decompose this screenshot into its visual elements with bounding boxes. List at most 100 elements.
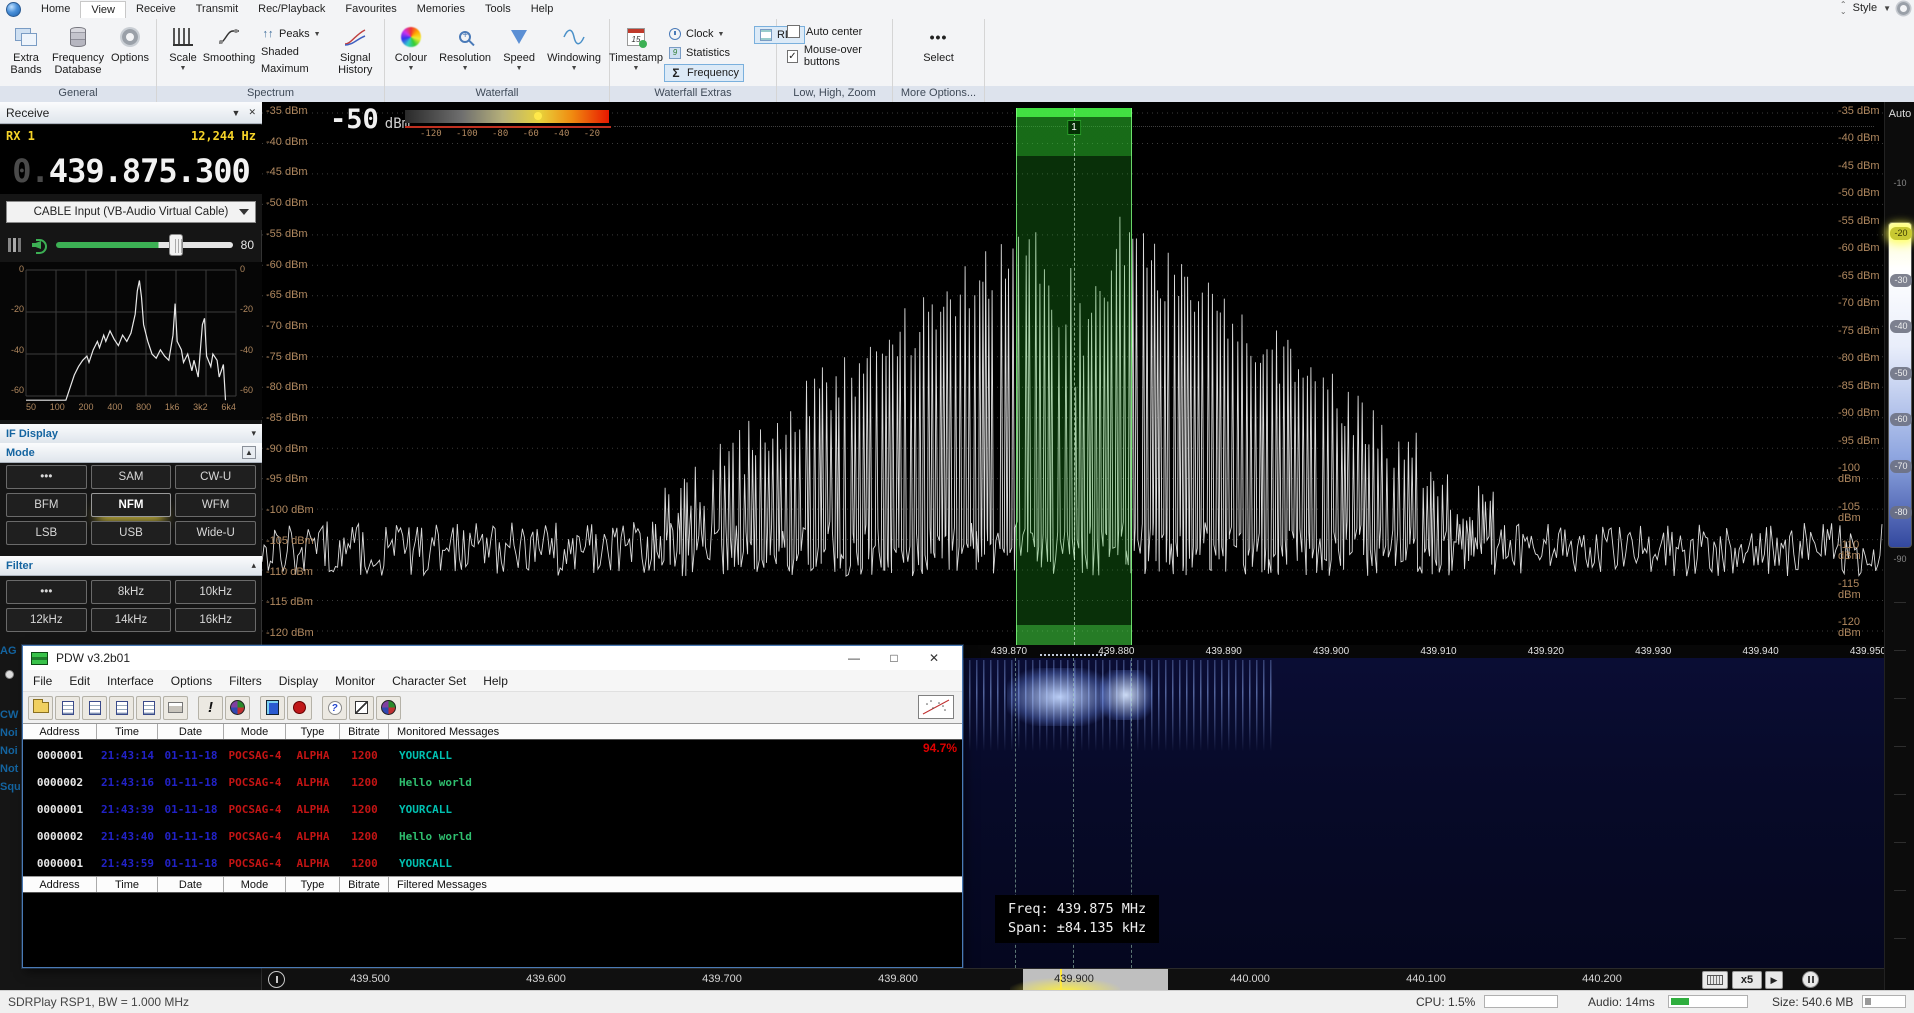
tuned-channel-zone[interactable]: 1 bbox=[1016, 108, 1132, 645]
scroll-up-icon[interactable]: ▲ bbox=[242, 446, 256, 459]
menu-item[interactable]: Interface bbox=[107, 674, 154, 688]
toolbar-button[interactable] bbox=[190, 696, 196, 720]
checkbox-unchecked-icon[interactable] bbox=[787, 25, 800, 38]
mode-section-header[interactable]: Mode ▲ bbox=[0, 443, 262, 463]
menu-item[interactable]: Help bbox=[483, 674, 508, 688]
menu-item[interactable]: Options bbox=[171, 674, 212, 688]
column-header[interactable]: Bitrate bbox=[340, 724, 389, 739]
ribbon-tab[interactable]: Transmit bbox=[186, 1, 248, 18]
column-header[interactable]: Date bbox=[158, 877, 224, 892]
message-row[interactable]: 0000002 21:43:40 01-11-18 POCSAG-4 ALPHA… bbox=[23, 823, 962, 850]
help-button[interactable]: ? bbox=[322, 696, 347, 720]
close-button[interactable]: ✕ bbox=[914, 651, 954, 665]
filter-button[interactable]: 10kHz bbox=[175, 580, 256, 604]
maximum-button[interactable]: Maximum bbox=[257, 62, 325, 76]
mode-button[interactable]: WFM bbox=[175, 493, 256, 517]
level-pill[interactable]: -40 bbox=[1890, 320, 1912, 333]
if-display-section-header[interactable]: IF Display ▾ bbox=[0, 424, 262, 444]
column-header[interactable]: Type bbox=[286, 877, 340, 892]
mode-button[interactable]: NFM bbox=[91, 493, 172, 517]
level-pill[interactable]: -70 bbox=[1890, 460, 1912, 473]
column-header[interactable]: Type bbox=[286, 724, 340, 739]
panel-close-icon[interactable]: ✕ bbox=[248, 107, 256, 118]
ribbon-tab[interactable]: Rec/Playback bbox=[248, 1, 335, 18]
column-header[interactable]: Time bbox=[97, 724, 158, 739]
collapse-ribbon-icon[interactable]: ⌃⌄ bbox=[1840, 1, 1847, 15]
column-header[interactable]: Address bbox=[23, 877, 97, 892]
toolbar-button[interactable] bbox=[252, 696, 258, 720]
world-button[interactable] bbox=[225, 696, 250, 720]
filter-button[interactable]: 12kHz bbox=[6, 608, 87, 632]
open-folder-button[interactable] bbox=[28, 696, 53, 720]
menu-item[interactable]: Character Set bbox=[392, 674, 466, 688]
mouse-over-buttons-checkbox-row[interactable]: ✓ Mouse-over buttons bbox=[781, 41, 888, 71]
windowing-button[interactable]: Windowing ▼ bbox=[543, 22, 605, 84]
filter-button[interactable]: ••• bbox=[6, 580, 87, 604]
column-header[interactable]: Mode bbox=[224, 724, 286, 739]
toolbar-button[interactable] bbox=[314, 696, 320, 720]
options-button[interactable]: Options bbox=[108, 22, 152, 84]
monitor-button[interactable] bbox=[260, 696, 285, 720]
pdw-titlebar[interactable]: PDW v3.2b01 — □ ✕ bbox=[23, 646, 962, 670]
frequency-display[interactable]: 0.439.875.300 bbox=[0, 147, 262, 194]
mode-button[interactable]: USB bbox=[91, 521, 172, 545]
auto-button[interactable]: Auto bbox=[1885, 108, 1914, 120]
mode-button[interactable]: LSB bbox=[6, 521, 87, 545]
shaded-button[interactable]: Shaded bbox=[257, 45, 325, 59]
waterfall-colour-legend[interactable] bbox=[405, 110, 609, 123]
column-header[interactable]: Mode bbox=[224, 877, 286, 892]
style-dropdown[interactable]: Style bbox=[1853, 2, 1877, 14]
auto-center-checkbox-row[interactable]: Auto center bbox=[781, 22, 868, 41]
mode-button[interactable]: CW-U bbox=[175, 465, 256, 489]
menu-item[interactable]: Edit bbox=[69, 674, 90, 688]
ribbon-tab[interactable]: Help bbox=[521, 1, 564, 18]
ribbon-tab[interactable]: Home bbox=[31, 1, 80, 18]
copy-page-2-button[interactable] bbox=[82, 696, 107, 720]
frequency-database-button[interactable]: Frequency Database bbox=[50, 22, 106, 84]
checkbox-checked-icon[interactable]: ✓ bbox=[787, 50, 798, 63]
message-row[interactable]: 0000002 21:43:16 01-11-18 POCSAG-4 ALPHA… bbox=[23, 769, 962, 796]
settings-gear-icon[interactable] bbox=[1897, 2, 1910, 15]
colour-button[interactable]: Colour ▼ bbox=[389, 22, 433, 84]
scale-options-button[interactable] bbox=[1702, 971, 1728, 989]
radio-button-icon[interactable] bbox=[5, 670, 14, 679]
signal-history-button[interactable]: Signal History bbox=[331, 22, 380, 84]
scale-button[interactable]: Scale ▼ bbox=[161, 22, 205, 84]
audio-device-select[interactable]: CABLE Input (VB-Audio Virtual Cable) bbox=[6, 201, 256, 223]
level-pill[interactable]: -60 bbox=[1890, 413, 1912, 426]
alert-button[interactable]: ! bbox=[198, 696, 223, 720]
mode-button[interactable]: Wide-U bbox=[175, 521, 256, 545]
menu-item[interactable]: Display bbox=[279, 674, 318, 688]
menu-item[interactable]: File bbox=[33, 674, 52, 688]
mode-button[interactable]: SAM bbox=[91, 465, 172, 489]
pdw-window[interactable]: PDW v3.2b01 — □ ✕ File Edit Interface Optio… bbox=[22, 645, 963, 968]
filter-section-header[interactable]: Filter ▴ bbox=[0, 556, 262, 576]
message-row[interactable]: 0000001 21:43:59 01-11-18 POCSAG-4 ALPHA… bbox=[23, 850, 962, 876]
level-pill[interactable]: -50 bbox=[1890, 367, 1912, 380]
record-button[interactable] bbox=[287, 696, 312, 720]
menu-item[interactable]: Monitor bbox=[335, 674, 375, 688]
copy-page-3-button[interactable] bbox=[109, 696, 134, 720]
select-button[interactable]: ••• Select bbox=[917, 22, 961, 84]
rx-marker-badge[interactable]: 1 bbox=[1067, 120, 1081, 135]
ribbon-tab[interactable]: View bbox=[80, 1, 126, 18]
resolution-button[interactable]: Resolution ▼ bbox=[435, 22, 495, 84]
volume-slider-handle[interactable] bbox=[169, 234, 183, 256]
save-page-button[interactable] bbox=[136, 696, 161, 720]
filter-box-button[interactable] bbox=[349, 696, 374, 720]
peaks-button[interactable]: ↑↑ Peaks ▼ bbox=[257, 26, 325, 42]
ribbon-tab[interactable]: Memories bbox=[407, 1, 475, 18]
zoom-factor-button[interactable]: x5 bbox=[1732, 971, 1762, 989]
full-span-frequency-scale[interactable]: 439.500439.600439.700439.800439.900440.0… bbox=[262, 968, 1884, 990]
legend-marker-dot[interactable] bbox=[534, 112, 542, 120]
frequency-button[interactable]: Σ Frequency bbox=[664, 64, 744, 82]
minimize-button[interactable]: — bbox=[834, 651, 874, 665]
spectrum-display[interactable]: 1 -35 dBm-40 dBm-45 dBm-50 dBm-55 dBm-60… bbox=[262, 102, 1884, 658]
column-header[interactable]: Bitrate bbox=[340, 877, 389, 892]
column-header[interactable]: Filtered Messages bbox=[389, 877, 962, 892]
smoothing-button[interactable]: Smoothing bbox=[207, 22, 251, 84]
app-menu-orb[interactable] bbox=[6, 2, 21, 17]
message-row[interactable]: 0000001 21:43:14 01-11-18 POCSAG-4 ALPHA… bbox=[23, 742, 962, 769]
maximize-button[interactable]: □ bbox=[874, 651, 914, 665]
filter-button[interactable]: 8kHz bbox=[91, 580, 172, 604]
